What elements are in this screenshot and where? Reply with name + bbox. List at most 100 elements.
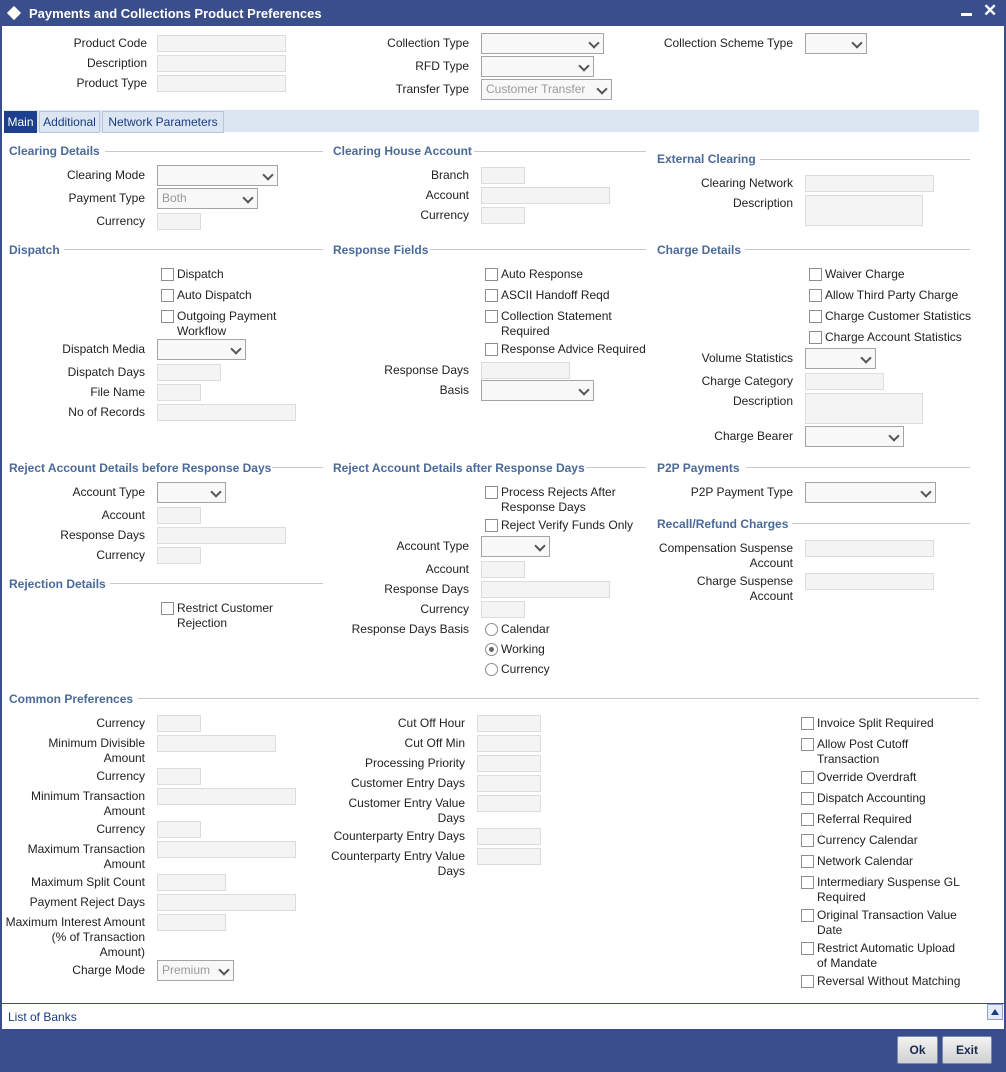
dispatch-media-select[interactable]	[157, 339, 246, 360]
volume-statistics-select[interactable]	[805, 348, 876, 369]
cp-currency-2-input[interactable]	[157, 768, 201, 785]
clearing-currency-input[interactable]	[157, 213, 201, 230]
rb-response-days-input[interactable]	[157, 527, 286, 544]
rb-currency-input[interactable]	[157, 547, 201, 564]
ascii-handoff-checkbox[interactable]	[485, 289, 498, 302]
post-cutoff-checkbox[interactable]	[801, 738, 814, 751]
ext-description-input[interactable]	[805, 195, 923, 226]
no-of-records-input[interactable]	[157, 404, 296, 421]
max-interest-input[interactable]	[157, 914, 226, 931]
cp-currency-1-input[interactable]	[157, 715, 201, 732]
reversal-without-matching-checkbox[interactable]	[801, 975, 814, 988]
comp-suspense-input[interactable]	[805, 540, 934, 557]
comp-suspense-label: Compensation Suspense	[658, 541, 793, 555]
ch-account-label: Account	[425, 188, 469, 202]
close-icon[interactable]: ✕	[983, 1, 997, 21]
payment-type-select[interactable]: Both	[157, 188, 258, 209]
customer-entry-value-input[interactable]	[477, 795, 541, 812]
intermediary-suspense-checkbox[interactable]	[801, 876, 814, 889]
rf-response-days-input[interactable]	[481, 362, 570, 379]
account-stats-checkbox[interactable]	[809, 331, 822, 344]
cutoff-min-input[interactable]	[477, 735, 541, 752]
charge-category-input[interactable]	[805, 373, 884, 390]
product-code-input[interactable]	[157, 35, 286, 52]
cp-currency-3-input[interactable]	[157, 821, 201, 838]
dispatch-accounting-checkbox[interactable]	[801, 792, 814, 805]
tab-network-parameters[interactable]: Network Parameters	[102, 111, 224, 133]
auto-dispatch-checkbox[interactable]	[161, 289, 174, 302]
clearing-network-input[interactable]	[805, 175, 934, 192]
ch-branch-input[interactable]	[481, 167, 525, 184]
rf-basis-select[interactable]	[481, 380, 594, 401]
currency-calendar-checkbox[interactable]	[801, 834, 814, 847]
third-party-charge-checkbox[interactable]	[809, 289, 822, 302]
customer-entry-days-input[interactable]	[477, 775, 541, 792]
exit-button[interactable]: Exit	[942, 1036, 992, 1064]
restrict-upload-checkbox[interactable]	[801, 942, 814, 955]
waiver-charge-checkbox[interactable]	[809, 268, 822, 281]
cp-entry-days-input[interactable]	[477, 828, 541, 845]
scroll-up-icon[interactable]	[987, 1004, 1003, 1020]
invoice-split-checkbox[interactable]	[801, 717, 814, 730]
product-type-input[interactable]	[157, 75, 286, 92]
auto-response-checkbox[interactable]	[485, 268, 498, 281]
charge-description-input[interactable]	[805, 393, 923, 424]
referral-required-checkbox[interactable]	[801, 813, 814, 826]
rb-account-input[interactable]	[157, 507, 201, 524]
max-txn-input[interactable]	[157, 841, 296, 858]
ch-currency-input[interactable]	[481, 207, 525, 224]
clearing-details-heading: Clearing Details	[9, 144, 100, 158]
rfd-type-select[interactable]	[481, 56, 594, 77]
cutoff-hour-input[interactable]	[477, 715, 541, 732]
dispatch-days-input[interactable]	[157, 364, 221, 381]
ra-account-type-select[interactable]	[481, 536, 550, 557]
process-rejects-checkbox[interactable]	[485, 486, 498, 499]
network-calendar-checkbox[interactable]	[801, 855, 814, 868]
override-overdraft-checkbox[interactable]	[801, 771, 814, 784]
charge-bearer-select[interactable]	[805, 426, 904, 447]
ra-response-days-input[interactable]	[481, 581, 610, 598]
list-of-banks-link[interactable]: List of Banks	[8, 1010, 77, 1024]
network-calendar-label: Network Calendar	[817, 854, 914, 868]
collection-type-select[interactable]	[481, 33, 604, 54]
basis-working-radio[interactable]	[485, 643, 498, 656]
external-clearing-heading: External Clearing	[657, 152, 756, 166]
charge-mode-select[interactable]: Premium	[157, 960, 234, 981]
rb-account-type-select[interactable]	[157, 482, 226, 503]
description-input[interactable]	[157, 55, 286, 72]
payment-reject-days-input[interactable]	[157, 894, 296, 911]
p2p-type-select[interactable]	[805, 482, 936, 503]
divider	[760, 159, 970, 160]
reject-verify-funds-checkbox[interactable]	[485, 519, 498, 532]
ok-button[interactable]: Ok	[897, 1036, 938, 1064]
basis-calendar-radio[interactable]	[485, 623, 498, 636]
outgoing-workflow-checkbox[interactable]	[161, 310, 174, 323]
app-icon	[6, 5, 22, 21]
min-divisible-input[interactable]	[157, 735, 276, 752]
basis-currency-radio[interactable]	[485, 663, 498, 676]
collection-statement-checkbox[interactable]	[485, 310, 498, 323]
original-value-date-checkbox[interactable]	[801, 909, 814, 922]
max-split-input[interactable]	[157, 874, 226, 891]
dispatch-checkbox[interactable]	[161, 268, 174, 281]
collection-scheme-type-select[interactable]	[805, 33, 867, 54]
ra-account-input[interactable]	[481, 561, 525, 578]
ch-account-input[interactable]	[481, 187, 610, 204]
customer-entry-days-label: Customer Entry Days	[350, 776, 465, 790]
file-name-input[interactable]	[157, 384, 201, 401]
charge-suspense-input[interactable]	[805, 573, 934, 590]
tab-main[interactable]: Main	[4, 111, 37, 133]
ra-currency-input[interactable]	[481, 601, 525, 618]
response-advice-checkbox[interactable]	[485, 343, 498, 356]
processing-priority-input[interactable]	[477, 755, 541, 772]
customer-stats-checkbox[interactable]	[809, 310, 822, 323]
tab-additional[interactable]: Additional	[39, 111, 100, 133]
chevron-down-icon	[242, 192, 254, 204]
cp-entry-value-input[interactable]	[477, 848, 541, 865]
restrict-customer-rejection-checkbox[interactable]	[161, 602, 174, 615]
charge-description-label: Description	[732, 394, 793, 408]
minimize-icon[interactable]	[961, 13, 972, 16]
clearing-mode-select[interactable]	[157, 165, 278, 186]
transfer-type-select[interactable]: Customer Transfer	[481, 79, 612, 100]
min-txn-input[interactable]	[157, 788, 296, 805]
